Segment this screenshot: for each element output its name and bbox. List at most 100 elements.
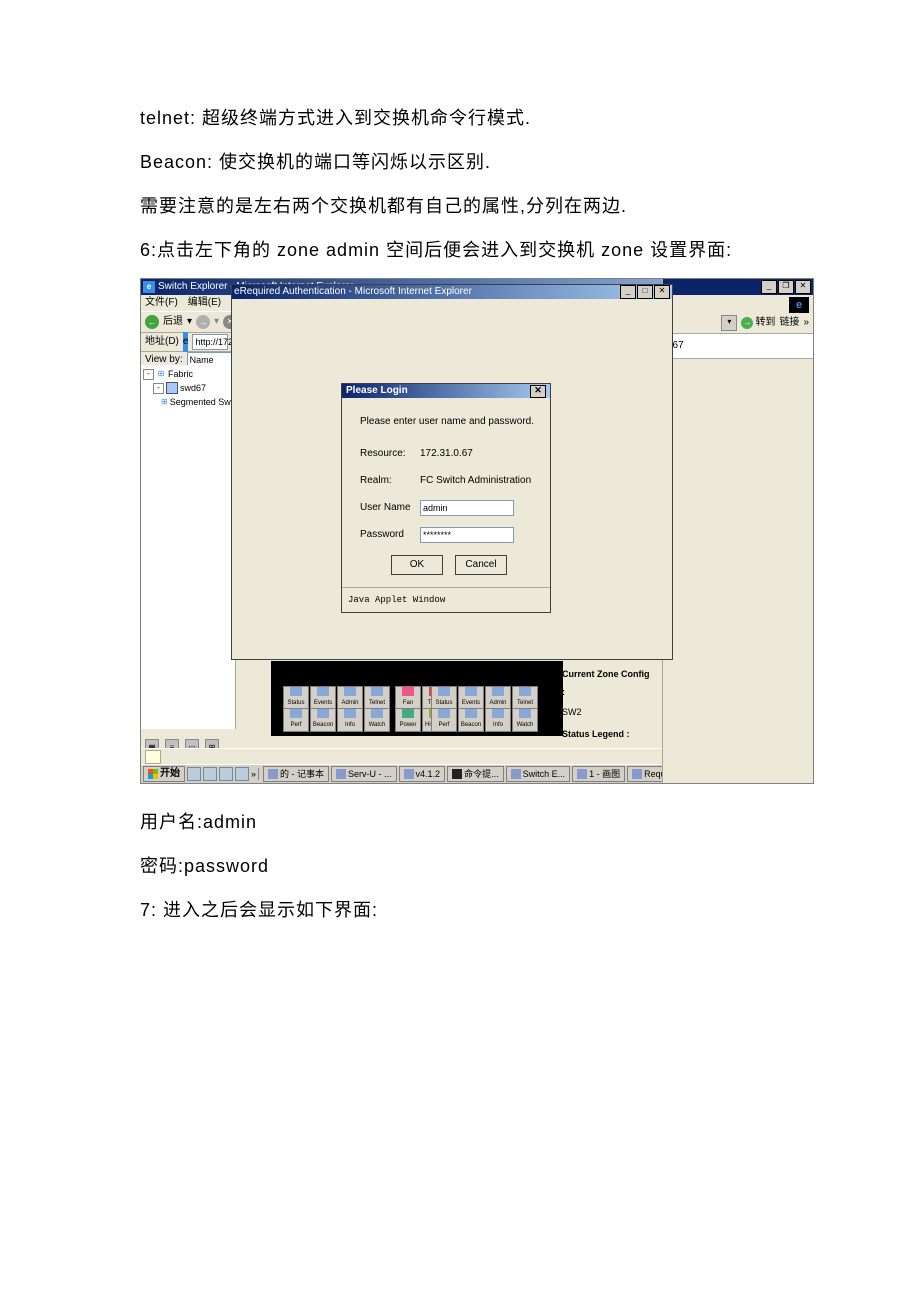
task-paint[interactable]: 1 - 画图 bbox=[572, 766, 625, 782]
paragraph-note: 需要注意的是左右两个交换机都有自己的属性,分列在两边. bbox=[140, 188, 780, 224]
menu-file[interactable]: 文件(F) bbox=[145, 293, 178, 313]
paragraph-password: 密码:password bbox=[140, 848, 780, 884]
address-input[interactable]: http://172 bbox=[192, 334, 228, 350]
back-label[interactable]: 后退 bbox=[163, 312, 183, 332]
events2-button[interactable]: Events bbox=[458, 686, 484, 710]
quicklaunch-icon-4[interactable] bbox=[235, 767, 249, 781]
tree-child2-label: Segmented Swit bbox=[170, 393, 236, 411]
telnet2-button[interactable]: Telnet bbox=[512, 686, 538, 710]
beacon-button[interactable]: Beacon bbox=[310, 708, 336, 732]
task-notepad[interactable]: 的 - 记事本 bbox=[263, 766, 329, 782]
segmented-icon: ⊞ bbox=[161, 397, 168, 407]
username-label: User Name bbox=[360, 498, 420, 518]
admin-button[interactable]: Admin bbox=[337, 686, 363, 710]
watch-button[interactable]: Watch bbox=[364, 708, 390, 732]
realm-label: Realm: bbox=[360, 471, 420, 491]
links-expand[interactable]: » bbox=[803, 313, 809, 333]
right-field: d67 bbox=[663, 334, 813, 359]
legend-critical: Critical bbox=[562, 783, 654, 784]
password-label: Password bbox=[360, 525, 420, 545]
tree-child-segmented[interactable]: ⊞ Segmented Swit bbox=[143, 395, 233, 409]
windows-logo-icon bbox=[148, 769, 158, 779]
password-input[interactable]: ******** bbox=[420, 527, 514, 543]
back-dropdown[interactable]: ▾ bbox=[187, 312, 192, 332]
start-button[interactable]: 开始 bbox=[143, 766, 185, 782]
paragraph-step6: 6:点击左下角的 zone admin 空间后便会进入到交换机 zone 设置界… bbox=[140, 232, 780, 268]
maximize-button[interactable]: □ bbox=[637, 285, 653, 299]
login-title-text: Please Login bbox=[346, 381, 530, 401]
go-label: 转到 bbox=[755, 313, 775, 333]
zone-name: SW2 bbox=[562, 703, 654, 721]
perf-button[interactable]: Perf bbox=[283, 708, 309, 732]
login-message: Please enter user name and password. bbox=[360, 412, 538, 432]
events-button[interactable]: Events bbox=[310, 686, 336, 710]
beacon2-button[interactable]: Beacon bbox=[458, 708, 484, 732]
info2-button[interactable]: Info bbox=[485, 708, 511, 732]
back-icon[interactable]: ← bbox=[145, 315, 159, 329]
menu-edit[interactable]: 编辑(E) bbox=[188, 293, 221, 313]
screenshot: e Switch Explorer - Microsoft Internet E… bbox=[140, 278, 814, 784]
switch-view-area: Status Events Admin Telnet Fan Temp Stat… bbox=[271, 661, 563, 736]
close-button[interactable]: ✕ bbox=[795, 280, 811, 294]
task-servu[interactable]: Serv-U - ... bbox=[331, 766, 397, 782]
forward-icon[interactable]: → bbox=[196, 315, 210, 329]
admin2-button[interactable]: Admin bbox=[485, 686, 511, 710]
paragraph-beacon: Beacon: 使交换机的端口等闪烁以示区别. bbox=[140, 144, 780, 180]
ok-button[interactable]: OK bbox=[391, 555, 443, 575]
paragraph-telnet: telnet: 超级终端方式进入到交换机命令行模式. bbox=[140, 100, 780, 136]
ie-throbber-icon: e bbox=[789, 297, 809, 313]
paragraph-step7: 7: 进入之后会显示如下界面: bbox=[140, 892, 780, 928]
cancel-button[interactable]: Cancel bbox=[455, 555, 507, 575]
telnet-button[interactable]: Telnet bbox=[364, 686, 390, 710]
resource-label: Resource: bbox=[360, 444, 420, 464]
realm-value: FC Switch Administration bbox=[420, 471, 538, 491]
quicklaunch-icon-3[interactable] bbox=[219, 767, 233, 781]
login-titlebar: Please Login ✕ bbox=[342, 384, 550, 398]
maximize-button[interactable]: ❐ bbox=[778, 280, 794, 294]
icon-strip-right-top: Status Events Admin Telnet bbox=[431, 686, 538, 710]
perf2-button[interactable]: Perf bbox=[431, 708, 457, 732]
task-v412[interactable]: v4.1.2 bbox=[399, 766, 446, 782]
fabric-icon: ⊞ bbox=[156, 369, 166, 379]
quicklaunch-icon-2[interactable] bbox=[203, 767, 217, 781]
watch2-button[interactable]: Watch bbox=[512, 708, 538, 732]
task-cmd[interactable]: 命令提... bbox=[447, 766, 504, 782]
start-label: 开始 bbox=[160, 764, 180, 784]
paragraph-username: 用户名:admin bbox=[140, 804, 780, 840]
inner-title-text: Required Authentication - Microsoft Inte… bbox=[240, 282, 620, 302]
fan-button[interactable]: Fan bbox=[395, 686, 421, 710]
status-button[interactable]: Status bbox=[283, 686, 309, 710]
task-switch-explorer[interactable]: Switch E... bbox=[506, 766, 571, 782]
icon-strip-left-bottom: Perf Beacon Info Watch bbox=[283, 708, 390, 732]
login-dialog: Please Login ✕ Please enter user name an… bbox=[341, 383, 551, 613]
zone-config-heading: Current Zone Config : bbox=[562, 665, 654, 701]
ie-page-icon: e bbox=[183, 332, 189, 352]
address-dropdown-icon[interactable]: ▾ bbox=[721, 315, 737, 331]
resource-value: 172.31.0.67 bbox=[420, 444, 538, 464]
info-button[interactable]: Info bbox=[337, 708, 363, 732]
java-applet-footer: Java Applet Window bbox=[342, 587, 550, 612]
ie-icon: e bbox=[143, 281, 155, 293]
quicklaunch-icon-1[interactable] bbox=[187, 767, 201, 781]
address-label: 地址(D) bbox=[145, 332, 179, 352]
expander-icon[interactable]: - bbox=[153, 383, 164, 394]
status2-button[interactable]: Status bbox=[431, 686, 457, 710]
status-page-icon bbox=[145, 750, 161, 764]
power-button[interactable]: Power bbox=[395, 708, 421, 732]
username-input[interactable]: admin bbox=[420, 500, 514, 516]
status-legend-heading: Status Legend : bbox=[562, 725, 654, 743]
minimize-button[interactable]: _ bbox=[761, 280, 777, 294]
dialog-close-button[interactable]: ✕ bbox=[530, 385, 546, 398]
outer-window-buttons: _ ❐ ✕ bbox=[761, 280, 811, 294]
inner-window-buttons: _ □ ✕ bbox=[620, 285, 670, 299]
links-label[interactable]: 链接 bbox=[779, 313, 799, 333]
go-icon: → bbox=[741, 317, 753, 329]
outer-right-strip: _ ❐ ✕ e ▾ → 转到 链接 » d67 bbox=[662, 279, 813, 783]
icon-strip-right-bottom: Perf Beacon Info Watch bbox=[431, 708, 538, 732]
icon-strip-left-top: Status Events Admin Telnet bbox=[283, 686, 390, 710]
expander-icon[interactable]: - bbox=[143, 369, 154, 380]
minimize-button[interactable]: _ bbox=[620, 285, 636, 299]
close-button[interactable]: ✕ bbox=[654, 285, 670, 299]
inner-titlebar: e Required Authentication - Microsoft In… bbox=[232, 285, 672, 299]
go-button[interactable]: → 转到 bbox=[741, 313, 775, 333]
